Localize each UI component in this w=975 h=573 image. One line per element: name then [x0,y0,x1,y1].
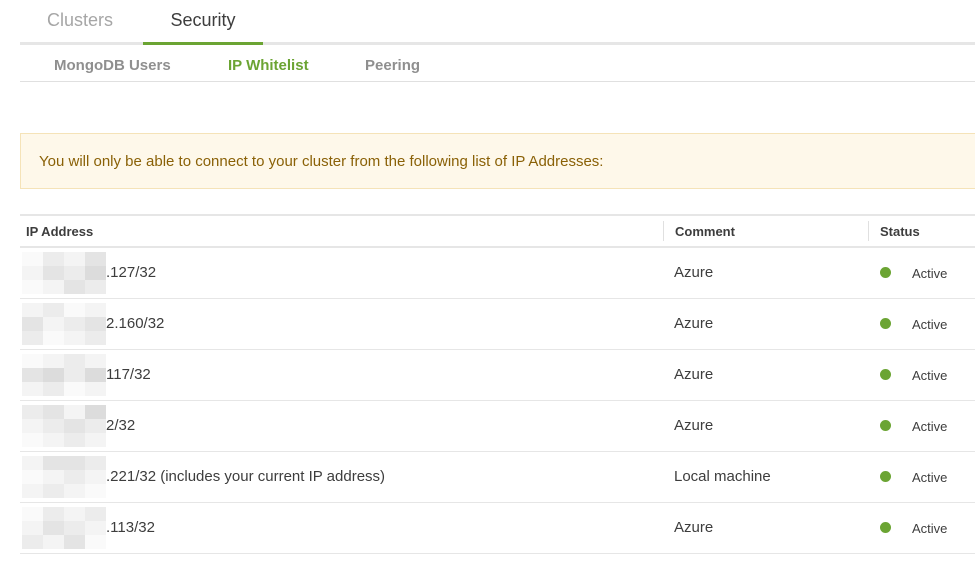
table-row: .221/32 (includes your current IP addres… [20,452,975,503]
column-header-comment[interactable]: Comment [675,224,735,239]
column-divider [868,221,869,241]
comment-value: Azure [674,417,714,434]
status-active-dot-icon [880,471,891,482]
table-row: 2/32 Azure Active [20,401,975,452]
ip-whitelist-table: IP Address Comment Status .127/32 Azure … [20,214,975,554]
status-value: Active [912,317,948,332]
table-row: .113/32 Azure Active [20,503,975,554]
comment-value: Azure [674,315,714,332]
status-active-dot-icon [880,318,891,329]
status-value: Active [912,266,948,281]
ip-address-value: 117/32 [106,366,151,383]
table-header: IP Address Comment Status [20,216,975,248]
subtab-ip-whitelist[interactable]: IP Whitelist [228,57,309,74]
subtab-mongodb-users[interactable]: MongoDB Users [54,57,171,74]
comment-value: Azure [674,264,714,281]
security-subtabs: MongoDB Users IP Whitelist Peering [20,45,975,82]
status-value: Active [912,521,948,536]
tab-clusters[interactable]: Clusters [47,7,113,42]
comment-value: Local machine [674,468,771,485]
ip-address-value: 2/32 [106,417,136,434]
column-header-status[interactable]: Status [880,224,920,239]
redacted-ip-prefix [22,456,106,498]
ip-address-value: 2.160/32 [106,315,165,332]
redacted-ip-prefix [22,507,106,549]
status-active-dot-icon [880,522,891,533]
ip-address-value: .221/32 (includes your current IP addres… [106,468,386,485]
redacted-ip-prefix [22,303,106,345]
tab-security[interactable]: Security [143,7,263,45]
status-value: Active [912,419,948,434]
table-row: .127/32 Azure Active [20,248,975,299]
comment-value: Azure [674,519,714,536]
comment-value: Azure [674,366,714,383]
table-row: 2.160/32 Azure Active [20,299,975,350]
status-active-dot-icon [880,369,891,380]
subtab-peering[interactable]: Peering [365,57,420,74]
table-row: 117/32 Azure Active [20,350,975,401]
redacted-ip-prefix [22,354,106,396]
notice-text: You will only be able to connect to your… [39,153,604,170]
ip-address-value: .113/32 [106,519,155,536]
status-active-dot-icon [880,267,891,278]
column-header-ip-address[interactable]: IP Address [26,224,93,239]
status-value: Active [912,470,948,485]
status-active-dot-icon [880,420,891,431]
whitelist-notice: You will only be able to connect to your… [20,133,975,189]
column-divider [663,221,664,241]
ip-address-value: .127/32 [106,264,157,281]
redacted-ip-prefix [22,405,106,447]
status-value: Active [912,368,948,383]
redacted-ip-prefix [22,252,106,294]
primary-tabs: Clusters Security [20,0,975,45]
